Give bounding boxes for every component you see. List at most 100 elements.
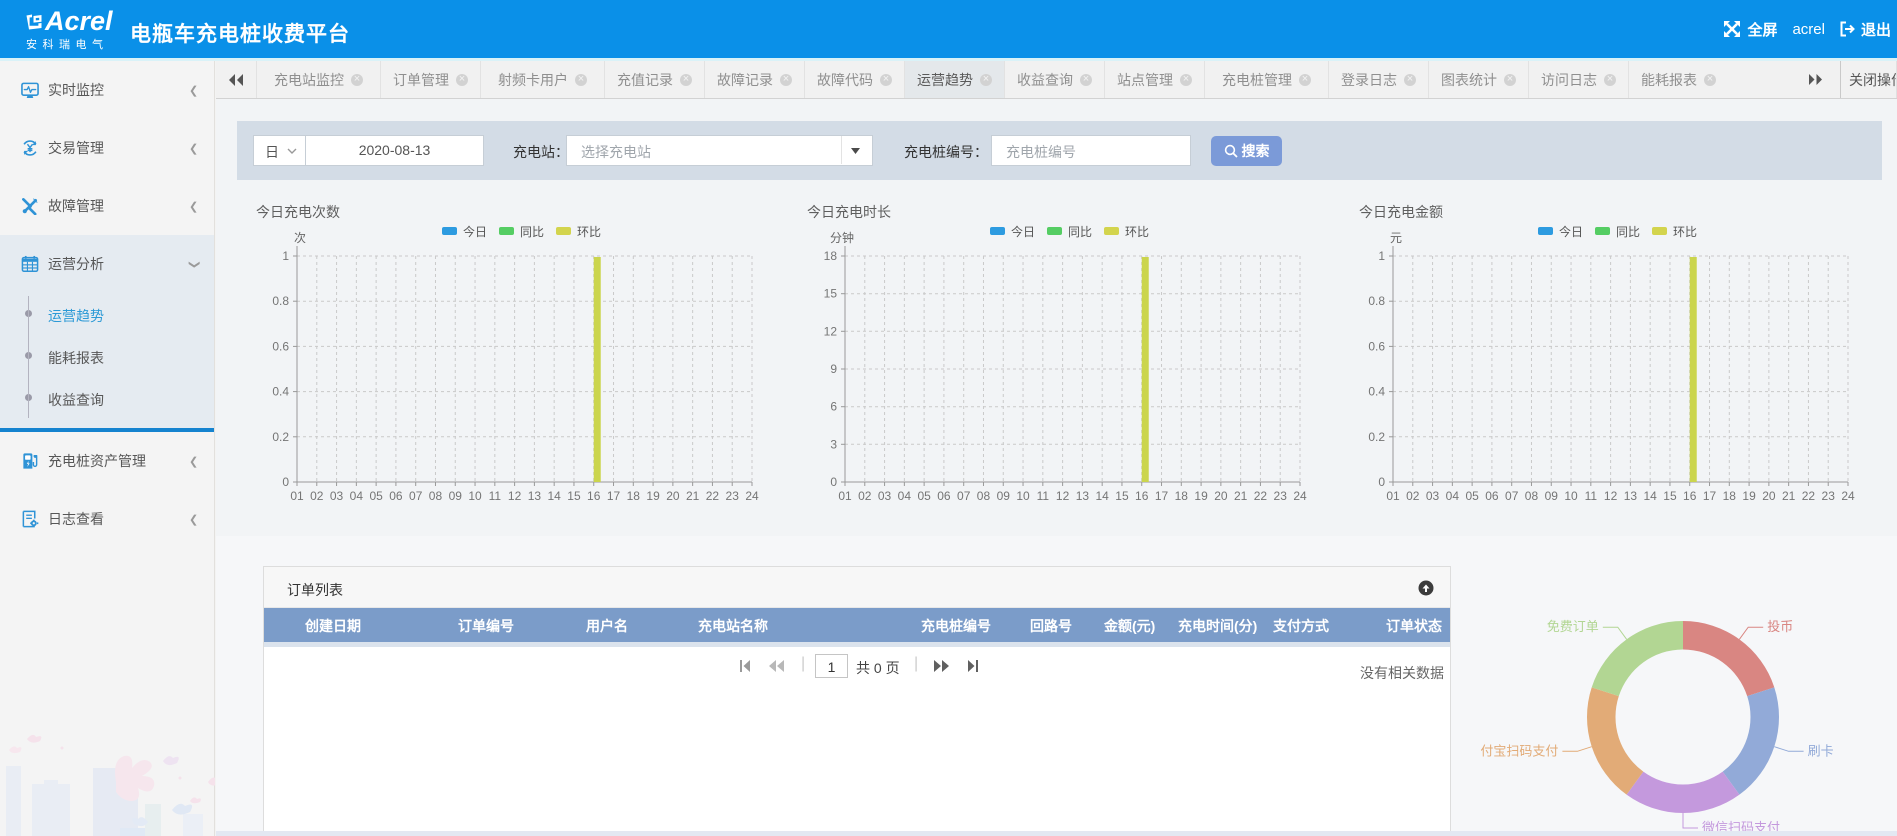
svg-text:今日: 今日: [463, 224, 487, 239]
svg-text:18: 18: [1723, 489, 1737, 503]
svg-text:12: 12: [1056, 489, 1070, 503]
svg-text:07: 07: [1505, 489, 1519, 503]
svg-text:投币: 投币: [1767, 619, 1793, 634]
svg-text:0.4: 0.4: [272, 385, 289, 399]
svg-text:20: 20: [666, 489, 680, 503]
svg-text:09: 09: [997, 489, 1011, 503]
svg-text:18: 18: [1175, 489, 1189, 503]
svg-text:21: 21: [686, 489, 700, 503]
svg-text:刷卡: 刷卡: [1808, 743, 1834, 758]
svg-text:03: 03: [1426, 489, 1440, 503]
svg-text:06: 06: [389, 489, 403, 503]
svg-text:20: 20: [1214, 489, 1228, 503]
svg-text:13: 13: [1624, 489, 1638, 503]
svg-text:16: 16: [1683, 489, 1697, 503]
svg-text:15: 15: [824, 287, 838, 301]
svg-text:22: 22: [1802, 489, 1816, 503]
svg-text:12: 12: [824, 324, 838, 338]
svg-text:22: 22: [1254, 489, 1268, 503]
svg-text:1: 1: [1378, 249, 1385, 263]
svg-text:同比: 同比: [1068, 225, 1092, 239]
svg-text:15: 15: [1115, 489, 1129, 503]
svg-text:同比: 同比: [1616, 225, 1640, 239]
svg-text:12: 12: [1604, 489, 1618, 503]
svg-text:23: 23: [1274, 489, 1288, 503]
svg-text:环比: 环比: [1125, 225, 1149, 239]
svg-text:08: 08: [977, 489, 991, 503]
svg-text:03: 03: [330, 489, 344, 503]
svg-text:02: 02: [1406, 489, 1420, 503]
svg-text:23: 23: [1822, 489, 1836, 503]
svg-text:19: 19: [1194, 489, 1208, 503]
svg-text:17: 17: [607, 489, 621, 503]
svg-text:23: 23: [726, 489, 740, 503]
svg-text:07: 07: [409, 489, 423, 503]
svg-text:今日: 今日: [1011, 224, 1035, 239]
svg-text:16: 16: [587, 489, 601, 503]
svg-text:03: 03: [878, 489, 892, 503]
svg-text:环比: 环比: [1673, 225, 1697, 239]
svg-text:13: 13: [528, 489, 542, 503]
svg-text:今日: 今日: [1559, 224, 1583, 239]
svg-text:02: 02: [858, 489, 872, 503]
svg-text:21: 21: [1782, 489, 1796, 503]
svg-text:11: 11: [489, 489, 502, 503]
svg-text:同比: 同比: [520, 225, 544, 239]
svg-text:08: 08: [429, 489, 443, 503]
svg-text:19: 19: [1742, 489, 1756, 503]
svg-text:05: 05: [369, 489, 383, 503]
svg-text:10: 10: [1016, 489, 1030, 503]
svg-text:0.8: 0.8: [1368, 294, 1385, 308]
svg-text:分钟: 分钟: [830, 230, 854, 245]
svg-text:07: 07: [957, 489, 971, 503]
svg-text:0: 0: [830, 475, 837, 489]
svg-text:10: 10: [1564, 489, 1578, 503]
svg-text:05: 05: [1465, 489, 1479, 503]
svg-text:14: 14: [1095, 489, 1109, 503]
svg-text:0.2: 0.2: [272, 430, 289, 444]
svg-text:22: 22: [706, 489, 720, 503]
svg-text:01: 01: [838, 489, 852, 503]
svg-text:11: 11: [1585, 489, 1598, 503]
svg-text:环比: 环比: [577, 225, 601, 239]
svg-text:0.6: 0.6: [272, 339, 289, 353]
svg-text:6: 6: [830, 400, 837, 414]
svg-text:04: 04: [350, 489, 364, 503]
svg-text:14: 14: [1643, 489, 1657, 503]
svg-text:0: 0: [282, 475, 289, 489]
svg-text:0.4: 0.4: [1368, 385, 1385, 399]
svg-text:13: 13: [1076, 489, 1090, 503]
svg-text:21: 21: [1234, 489, 1248, 503]
svg-text:0.6: 0.6: [1368, 339, 1385, 353]
svg-text:17: 17: [1703, 489, 1717, 503]
svg-text:19: 19: [646, 489, 660, 503]
svg-text:次: 次: [294, 231, 306, 245]
svg-text:09: 09: [1545, 489, 1559, 503]
svg-text:0: 0: [1378, 475, 1385, 489]
svg-text:04: 04: [1446, 489, 1460, 503]
svg-text:元: 元: [1390, 231, 1402, 245]
svg-text:05: 05: [917, 489, 931, 503]
svg-text:0.2: 0.2: [1368, 430, 1385, 444]
svg-text:10: 10: [468, 489, 482, 503]
svg-text:01: 01: [1386, 489, 1400, 503]
svg-text:09: 09: [449, 489, 463, 503]
svg-text:免费订单: 免费订单: [1547, 619, 1599, 634]
svg-text:9: 9: [830, 362, 837, 376]
svg-text:20: 20: [1762, 489, 1776, 503]
svg-text:17: 17: [1155, 489, 1169, 503]
svg-text:01: 01: [290, 489, 304, 503]
svg-text:02: 02: [310, 489, 324, 503]
svg-text:18: 18: [824, 249, 838, 263]
svg-text:16: 16: [1135, 489, 1149, 503]
svg-text:15: 15: [567, 489, 581, 503]
svg-text:24: 24: [1841, 489, 1855, 503]
svg-text:08: 08: [1525, 489, 1539, 503]
svg-text:18: 18: [627, 489, 641, 503]
svg-text:04: 04: [898, 489, 912, 503]
svg-text:11: 11: [1037, 489, 1050, 503]
svg-text:06: 06: [937, 489, 951, 503]
svg-text:0.8: 0.8: [272, 294, 289, 308]
svg-text:3: 3: [830, 437, 837, 451]
svg-text:1: 1: [282, 249, 289, 263]
